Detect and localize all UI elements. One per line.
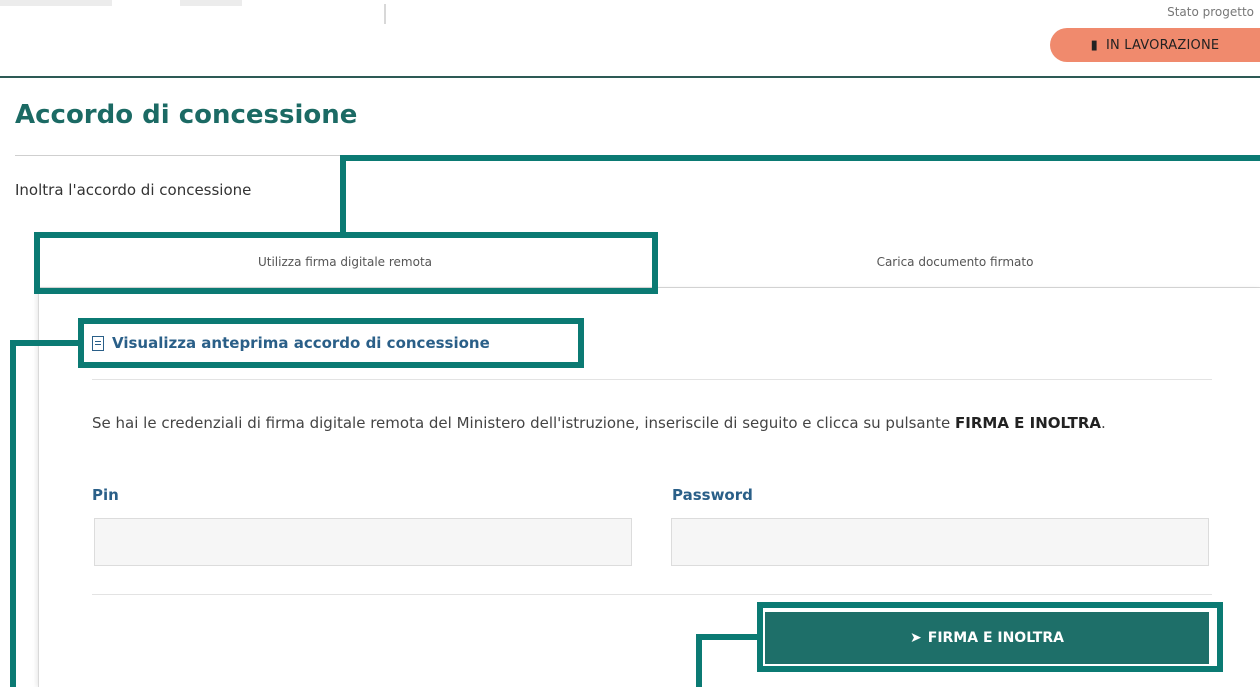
- pin-label: Pin: [92, 486, 119, 504]
- form-divider: [92, 594, 1212, 595]
- document-icon: ▮: [1090, 37, 1099, 53]
- callout-line: [340, 155, 346, 235]
- instructions-end: .: [1101, 414, 1106, 432]
- tab-upload-signed-document[interactable]: Carica documento firmato: [650, 237, 1260, 287]
- preview-link-text: Visualizza anteprima accordo di concessi…: [112, 334, 490, 352]
- title-divider: [15, 155, 1260, 156]
- header-divider: [384, 4, 386, 24]
- callout-line: [10, 340, 16, 687]
- signature-tabs: Utilizza firma digitale remota Carica do…: [40, 237, 1260, 288]
- paper-plane-icon: ➤: [910, 630, 922, 646]
- section-title: Inoltra l'accordo di concessione: [15, 181, 252, 199]
- sign-and-forward-button[interactable]: ➤ FIRMA E INOLTRA: [765, 612, 1209, 664]
- password-label: Password: [672, 486, 753, 504]
- top-header: Stato progetto ▮ IN LAVORAZIONE: [0, 0, 1260, 76]
- page-title: Accordo di concessione: [15, 100, 358, 130]
- state-label: Stato progetto: [1167, 5, 1254, 19]
- password-input[interactable]: [671, 518, 1209, 566]
- status-badge-text: IN LAVORAZIONE: [1106, 37, 1220, 53]
- instructions-button-name: FIRMA E INOLTRA: [955, 414, 1101, 432]
- preview-agreement-link[interactable]: Visualizza anteprima accordo di concessi…: [92, 334, 490, 352]
- tab-remote-digital-signature[interactable]: Utilizza firma digitale remota: [40, 237, 650, 287]
- instructions-text: Se hai le credenziali di firma digitale …: [92, 410, 1192, 437]
- header-divider-line: [0, 76, 1260, 78]
- file-icon: [92, 335, 104, 351]
- submit-button-label: FIRMA E INOLTRA: [927, 630, 1064, 646]
- header-placeholder-block: [0, 0, 112, 6]
- status-badge: ▮ IN LAVORAZIONE: [1050, 28, 1260, 62]
- pin-input[interactable]: [94, 518, 632, 566]
- header-placeholder-block: [180, 0, 242, 6]
- instructions-body: Se hai le credenziali di firma digitale …: [92, 414, 951, 432]
- panel-divider: [92, 379, 1212, 380]
